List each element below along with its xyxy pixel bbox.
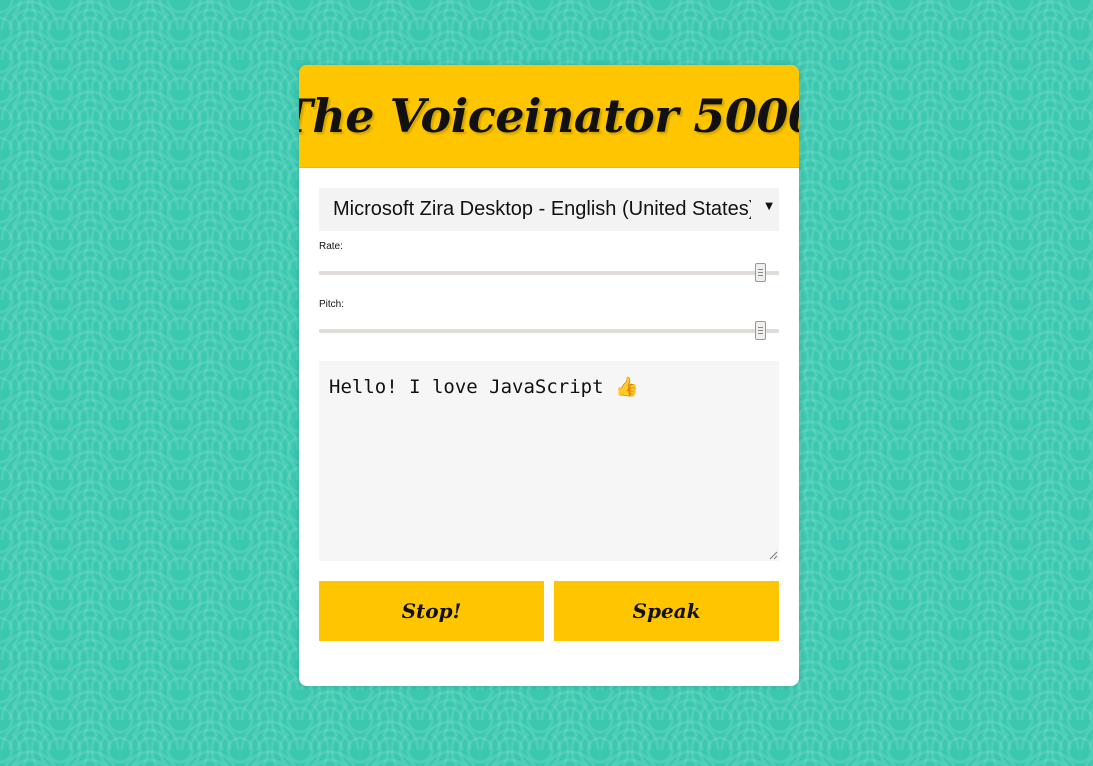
pitch-slider[interactable] — [319, 311, 779, 347]
header: The Voiceinator 5000 — [299, 65, 799, 168]
stop-button[interactable]: Stop! — [319, 581, 544, 641]
resize-handle-icon[interactable] — [769, 551, 778, 560]
voiceinator-panel: The Voiceinator 5000 Microsoft Zira Desk… — [299, 65, 799, 686]
voice-select[interactable]: Microsoft Zira Desktop - English (United… — [319, 188, 779, 231]
rate-slider-track[interactable] — [319, 271, 779, 275]
speak-button[interactable]: Speak — [554, 581, 779, 641]
app-title: The Voiceinator 5000 — [299, 89, 799, 143]
button-row: Stop! Speak — [319, 581, 779, 641]
pitch-label: Pitch: — [319, 299, 345, 310]
voice-select-value: Microsoft Zira Desktop - English (United… — [333, 198, 751, 220]
grip-line — [758, 269, 763, 270]
grip-line — [758, 275, 763, 276]
rate-slider-thumb[interactable] — [755, 263, 766, 282]
grip-line — [758, 330, 763, 331]
pitch-slider-thumb[interactable] — [755, 321, 766, 340]
pitch-slider-track[interactable] — [319, 329, 779, 333]
message-textarea[interactable]: Hello! I love JavaScript 👍 — [319, 361, 779, 561]
grip-line — [758, 333, 763, 334]
triangle-down-icon[interactable]: ▼ — [765, 201, 773, 212]
grip-line — [758, 327, 763, 328]
rate-slider[interactable] — [319, 253, 779, 289]
grip-line — [758, 272, 763, 273]
rate-label: Rate: — [319, 241, 343, 252]
message-text: Hello! I love JavaScript 👍 — [329, 376, 639, 398]
controls: Microsoft Zira Desktop - English (United… — [319, 188, 779, 641]
